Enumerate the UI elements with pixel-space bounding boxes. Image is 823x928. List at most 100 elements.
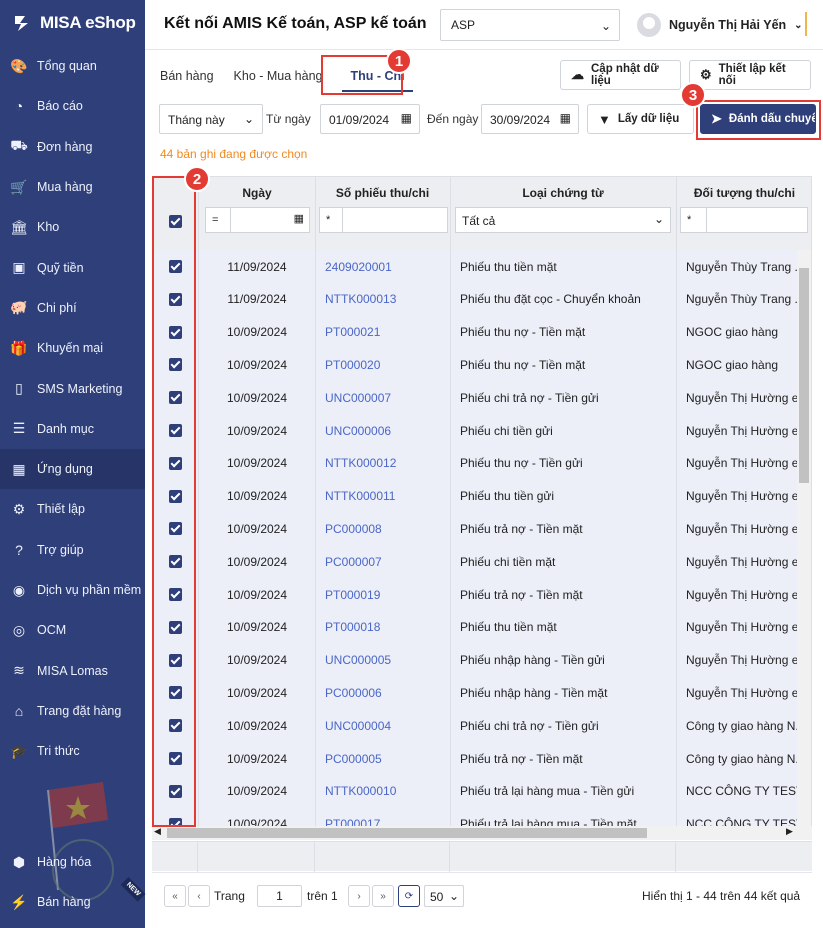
date-filter-input[interactable]: ▦	[230, 207, 310, 233]
table-row[interactable]: 10/09/2024 PT000020 Phiếu thu nợ - Tiền mặ…	[153, 348, 811, 382]
table-row[interactable]: 10/09/2024 NTTK000010 Phiếu trả lại hàng m…	[153, 774, 811, 808]
table-row[interactable]: 11/09/2024 2409020001 Phiếu thu tiền mặt Ng…	[153, 250, 811, 283]
table-row[interactable]: 10/09/2024 PT000021 Phiếu thu nợ - Tiền mặ…	[153, 315, 811, 349]
col-divider	[314, 842, 315, 872]
update-data-button[interactable]: ☁ Cập nhật dữ liệu	[560, 60, 681, 90]
sidebar-item-sms-marketing[interactable]: ▯ SMS Marketing	[0, 368, 145, 408]
from-date-input[interactable]: 01/09/2024 ▦	[320, 104, 420, 134]
sidebar-item-dịch-vụ-phần-mềm[interactable]: ◉ Dịch vụ phần mềm	[0, 570, 145, 610]
table-row[interactable]: 10/09/2024 UNC000004 Phiếu chi trả nợ - Ti…	[153, 709, 811, 743]
update-data-label: Cập nhật dữ liệu	[591, 63, 659, 87]
sidebar-item-đơn-hàng[interactable]: ⛟ Đơn hàng	[0, 127, 145, 167]
sidebar-item-trang-đặt-hàng[interactable]: ⌂ Trang đặt hàng	[0, 691, 145, 731]
cell-number[interactable]: PT000020	[315, 348, 450, 381]
sidebar-item-misa-lomas[interactable]: ≋ MISA Lomas	[0, 650, 145, 690]
table-row[interactable]: 10/09/2024 PT000018 Phiếu thu tiền mặt Nguy…	[153, 610, 811, 644]
cell-partner: Nguyễn Thị Hường e...	[686, 620, 809, 635]
first-page-button[interactable]: «	[164, 885, 186, 907]
number-filter-operator[interactable]: *	[319, 207, 343, 233]
table-row[interactable]: 10/09/2024 UNC000005 Phiếu nhập hàng - Tiề…	[153, 643, 811, 677]
cell-number[interactable]: UNC000006	[315, 414, 450, 447]
sidebar-item-chi-phí[interactable]: 🐖 Chi phí	[0, 288, 145, 328]
cell-number[interactable]: PC000005	[315, 742, 450, 775]
cell-number[interactable]: NTTK000012	[315, 447, 450, 480]
partner-filter-operator[interactable]: *	[680, 207, 707, 233]
cell-number[interactable]: PT000019	[315, 578, 450, 611]
cell-number[interactable]: PC000007	[315, 545, 450, 578]
col-divider	[675, 842, 676, 872]
prev-page-button[interactable]: ‹	[188, 885, 210, 907]
get-data-button[interactable]: ▼ Lấy dữ liệu	[587, 104, 694, 134]
cell-number[interactable]: PC000006	[315, 676, 450, 709]
scroll-right-icon[interactable]: ▶	[786, 826, 793, 837]
cell-number[interactable]: 2409020001	[315, 250, 450, 283]
page-size-select[interactable]: 50 ⌄	[424, 885, 464, 907]
sidebar-item-trợ-giúp[interactable]: ? Trợ giúp	[0, 530, 145, 570]
sidebar-item-khuyến-mại[interactable]: 🎁 Khuyến mại	[0, 328, 145, 368]
cell-number[interactable]: UNC000004	[315, 709, 450, 742]
sidebar-item-tri-thức[interactable]: 🎓 Tri thức	[0, 731, 145, 771]
sidebar-bottom-item-0[interactable]: ⬢ Hàng hóa	[0, 842, 145, 882]
partner-filter-input[interactable]	[706, 207, 808, 233]
to-date-input[interactable]: 30/09/2024 ▦	[481, 104, 579, 134]
tab-ban-hang[interactable]: Bán hàng	[152, 60, 222, 92]
table-row[interactable]: 10/09/2024 PT000019 Phiếu trả nợ - Tiền mặ…	[153, 578, 811, 611]
horizontal-scrollbar[interactable]: ◀ ▶	[152, 826, 812, 840]
next-page-button[interactable]: ›	[348, 885, 370, 907]
date-filter-operator[interactable]: =	[205, 207, 231, 233]
sidebar-item-kho[interactable]: 🏛 Kho	[0, 207, 145, 247]
table-row[interactable]: 10/09/2024 PC000007 Phiếu chi tiền mặt Nguy…	[153, 545, 811, 579]
sidebar-item-tổng-quan[interactable]: 🎨 Tổng quan	[0, 46, 145, 86]
sidebar-item-danh-mục[interactable]: ☰ Danh mục	[0, 409, 145, 449]
sidebar-item-thiết-lập[interactable]: ⚙ Thiết lập	[0, 489, 145, 529]
sidebar-item-quỹ-tiền[interactable]: ▣ Quỹ tiền	[0, 247, 145, 287]
vertical-scrollbar[interactable]	[797, 250, 811, 826]
sidebar-item-báo-cáo[interactable]: ◔ Báo cáo	[0, 86, 145, 126]
table-row[interactable]: 10/09/2024 NTTK000012 Phiếu thu nợ - Tiền …	[153, 446, 811, 480]
table-row[interactable]: 10/09/2024 PC000006 Phiếu nhập hàng - Tiền…	[153, 676, 811, 710]
tab-kho-mua-hang[interactable]: Kho - Mua hàng	[226, 60, 331, 92]
type-filter-select[interactable]: Tất cả ⌄	[455, 207, 671, 233]
cell-number[interactable]: PT000021	[315, 316, 450, 349]
cell-number[interactable]: NTTK000011	[315, 480, 450, 513]
vertical-scroll-thumb[interactable]	[799, 268, 809, 483]
sidebar-bottom: ⬢ Hàng hóa ⚡ Bán hàng NEW	[0, 842, 146, 923]
cell-number[interactable]: PT000018	[315, 611, 450, 644]
sidebar-item-label: SMS Marketing	[37, 381, 123, 396]
refresh-button[interactable]: ⟳	[398, 885, 420, 907]
horizontal-scroll-thumb[interactable]	[167, 828, 647, 838]
user-menu[interactable]: Nguyễn Thị Hải Yến ⌄	[637, 12, 803, 38]
sidebar-item-label: Thiết lập	[37, 502, 85, 517]
sidebar-item-label: Trợ giúp	[37, 542, 84, 557]
period-select[interactable]: Tháng này ⌄	[159, 104, 263, 134]
layers-icon: ≋	[13, 662, 25, 679]
table-row[interactable]: 10/09/2024 PC000005 Phiếu trả nợ - Tiền mặ…	[153, 742, 811, 775]
cell-date: 10/09/2024	[226, 620, 288, 635]
selection-info: 44 bản ghi đang được chọn	[160, 147, 308, 161]
cell-number[interactable]: UNC000007	[315, 381, 450, 414]
connection-settings-button[interactable]: ⚙ Thiết lập kết nối	[689, 60, 811, 90]
table-row[interactable]: 10/09/2024 UNC000007 Phiếu chi trả nợ - Ti…	[153, 381, 811, 415]
cell-number[interactable]: PC000008	[315, 512, 450, 545]
table-row[interactable]: 10/09/2024 NTTK000011 Phiếu thu tiền gửi Ng…	[153, 479, 811, 513]
calendar-icon: ▦	[293, 213, 304, 225]
table-row[interactable]: 11/09/2024 NTTK000013 Phiếu thu đặt cọc - …	[153, 282, 811, 316]
sidebar-item-mua-hàng[interactable]: 🛒 Mua hàng	[0, 167, 145, 207]
gear-icon: ⚙	[700, 67, 712, 82]
calendar-icon: ▦	[400, 111, 412, 125]
last-page-button[interactable]: »	[372, 885, 394, 907]
table-row[interactable]: 10/09/2024 UNC000006 Phiếu chi tiền gửi Ngu…	[153, 414, 811, 447]
cell-number[interactable]: NTTK000013	[315, 283, 450, 316]
sidebar-item-ứng-dụng[interactable]: ▦ Ứng dụng	[0, 448, 145, 490]
cell-number[interactable]: UNC000005	[315, 644, 450, 677]
scroll-left-icon[interactable]: ◀	[154, 826, 161, 837]
table-row[interactable]: 10/09/2024 PC000008 Phiếu trả nợ - Tiền mặ…	[153, 512, 811, 546]
cell-partner: Nguyễn Thị Hường e...	[686, 653, 809, 668]
cell-number[interactable]: NTTK000010	[315, 775, 450, 808]
number-filter-input[interactable]	[342, 207, 448, 233]
sidebar-item-ocm[interactable]: ◎ OCM	[0, 610, 145, 650]
page-input[interactable]: 1	[257, 885, 302, 907]
brand-logo[interactable]: MISA eShop	[0, 0, 145, 46]
header-divider	[805, 12, 807, 36]
store-select[interactable]: ASP ⌄	[440, 9, 620, 41]
